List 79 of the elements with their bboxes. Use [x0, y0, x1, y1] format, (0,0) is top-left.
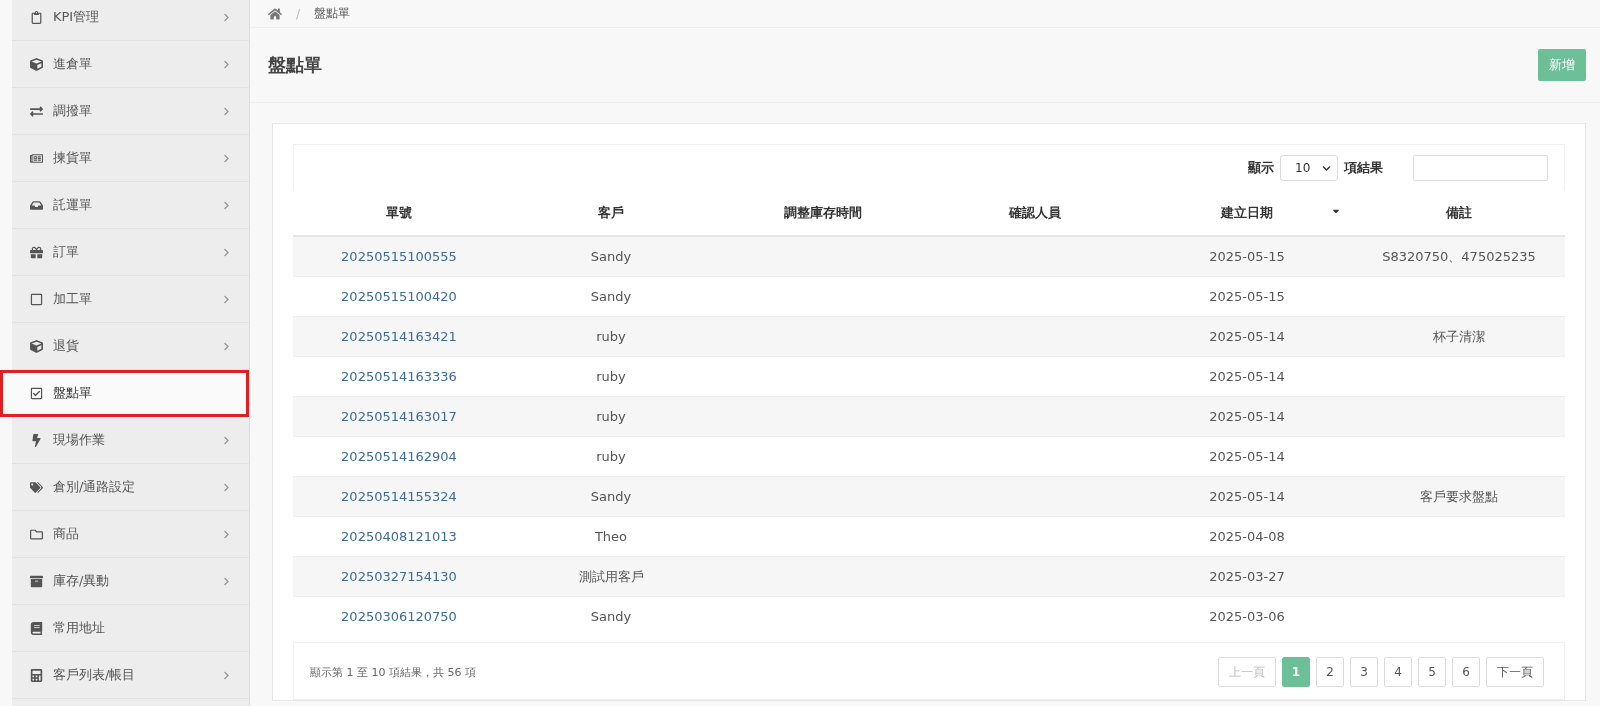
order-link[interactable]: 20250408121013: [341, 529, 457, 544]
order-link[interactable]: 20250327154130: [341, 569, 457, 584]
page-button[interactable]: 5: [1418, 657, 1446, 687]
table-cell: 客戶要求盤點: [1353, 476, 1565, 517]
table-cell: ruby: [505, 396, 717, 437]
table-cell: 2025-05-14: [1141, 476, 1353, 517]
order-link[interactable]: 20250514155324: [341, 489, 457, 504]
sidebar-label: 常用地址: [53, 619, 106, 637]
length-label: 顯示: [1248, 159, 1274, 177]
table-cell: 2025-05-14: [1141, 356, 1353, 397]
inbox-icon: [30, 198, 43, 212]
order-link[interactable]: 20250514163336: [341, 369, 457, 384]
order-link[interactable]: 20250515100420: [341, 289, 457, 304]
table-cell: Sandy: [505, 476, 717, 517]
tag-icon: [30, 480, 43, 494]
pager-nav-button[interactable]: 下一頁: [1486, 657, 1544, 687]
page-button[interactable]: 6: [1452, 657, 1480, 687]
sidebar-item[interactable]: 盤點單: [0, 370, 249, 417]
table-cell: S8320750、475025235: [1353, 236, 1565, 277]
exchange-icon: [30, 104, 43, 118]
table-info: 顯示第 1 至 10 項結果，共 56 項: [310, 664, 476, 680]
page-button[interactable]: 3: [1350, 657, 1378, 687]
sidebar-label: KPI管理: [53, 8, 101, 26]
clipboard-icon: [30, 10, 43, 24]
sidebar-label: 揀貨單: [53, 149, 93, 167]
sidebar-label: 加工單: [53, 290, 93, 308]
table-cell: 2025-03-06: [1141, 596, 1353, 636]
table-cell: 測試用客戶: [505, 556, 717, 597]
newspaper-icon: [30, 151, 43, 165]
table-cell: Sandy: [505, 276, 717, 317]
chevron-down-icon: [1322, 163, 1331, 173]
sidebar-label: 庫存/異動: [53, 572, 111, 590]
gift-icon: [30, 245, 43, 259]
sidebar-label: 現場作業: [53, 431, 106, 449]
page-button[interactable]: 2: [1316, 657, 1344, 687]
table-cell: 杯子清潔: [1353, 316, 1565, 357]
page-size-select[interactable]: 10: [1280, 155, 1338, 181]
table-cell: Sandy: [505, 236, 717, 277]
folder-icon: [30, 527, 43, 541]
cube-icon: [30, 57, 43, 71]
cube-icon: [30, 339, 43, 353]
bolt-icon: [30, 433, 43, 447]
home-icon[interactable]: [268, 6, 282, 21]
checkbox-icon: [30, 386, 43, 400]
sidebar-label: 託運單: [53, 196, 93, 214]
order-link[interactable]: 20250514163017: [341, 409, 457, 424]
breadcrumb-item: 盤點單: [314, 5, 351, 22]
search-field[interactable]: [1413, 155, 1548, 181]
sidebar-label: 調撥單: [53, 102, 93, 120]
table-cell: Sandy: [505, 596, 717, 636]
calculator-icon: [30, 668, 43, 682]
length-label: 項結果: [1344, 159, 1383, 177]
sidebar-label: 商品: [53, 525, 80, 543]
sidebar-label: 倉別/通路設定: [53, 478, 137, 496]
sidebar-label: 退貨: [53, 337, 80, 355]
sidebar-label: 客戶列表/帳目: [53, 666, 137, 684]
table-cell: 2025-05-14: [1141, 316, 1353, 357]
table-cell: 2025-05-15: [1141, 276, 1353, 317]
page-title: 盤點單: [268, 53, 322, 77]
table-cell: 2025-05-14: [1141, 396, 1353, 437]
table-cell: Theo: [505, 516, 717, 557]
table-cell: ruby: [505, 436, 717, 477]
table-cell: 2025-03-27: [1141, 556, 1353, 597]
sidebar-label: 盤點單: [53, 384, 93, 402]
table-cell: 2025-05-14: [1141, 436, 1353, 477]
archive-icon: [30, 574, 43, 588]
table-cell: ruby: [505, 316, 717, 357]
page-button[interactable]: 4: [1384, 657, 1412, 687]
table-cell: 2025-05-15: [1141, 236, 1353, 277]
sidebar-label: 訂單: [53, 243, 80, 261]
order-link[interactable]: 20250306120750: [341, 609, 457, 624]
book-icon: [30, 621, 43, 635]
breadcrumb-separator: /: [296, 6, 301, 21]
order-link[interactable]: 20250515100555: [341, 249, 457, 264]
table-cell: ruby: [505, 356, 717, 397]
order-link[interactable]: 20250514163421: [341, 329, 457, 344]
table-cell: 2025-04-08: [1141, 516, 1353, 557]
sidebar-label: 進倉單: [53, 55, 93, 73]
order-link[interactable]: 20250514162904: [341, 449, 457, 464]
